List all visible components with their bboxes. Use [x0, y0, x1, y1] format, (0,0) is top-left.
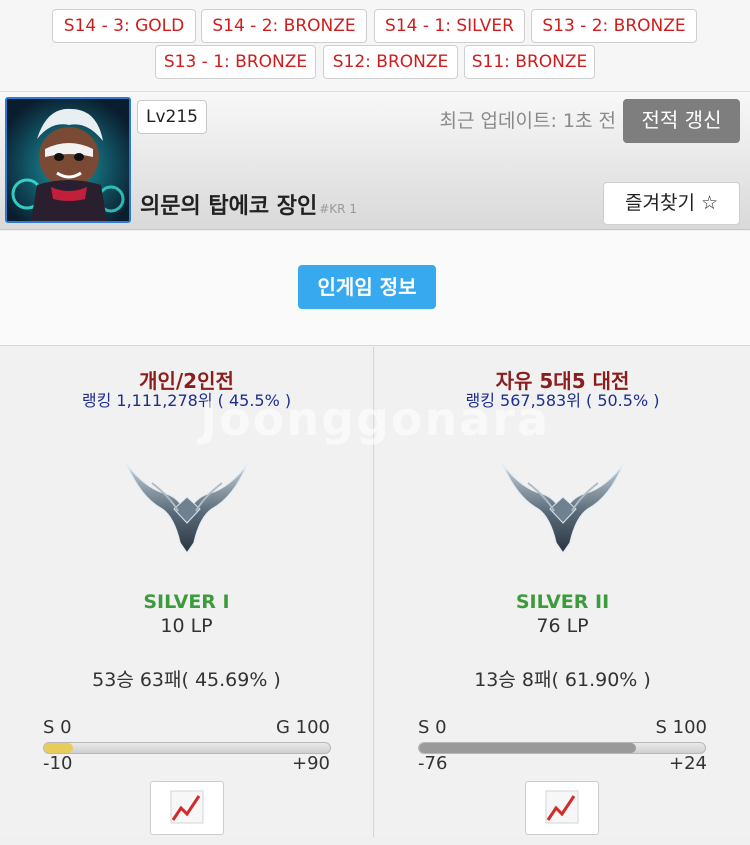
ingame-info-button[interactable]: 인게임 정보 [298, 265, 436, 309]
ingame-section: 인게임 정보 [0, 231, 750, 346]
season-badge[interactable]: S14 - 3: GOLD [52, 9, 196, 43]
lp-progress-bar [418, 742, 706, 754]
league-points: 10 LP [160, 615, 213, 637]
season-history-bar: S14 - 3: GOLD S14 - 2: BRONZE S14 - 1: S… [0, 0, 750, 92]
watermark: Joonggonara [200, 392, 551, 446]
season-badge[interactable]: S12: BRONZE [323, 45, 458, 79]
last-update-text: 최근 업데이트: 1초 전 [439, 110, 616, 132]
silver-rank-emblem-icon [124, 462, 249, 555]
summoner-name-line: 의문의 탑에코 장인 #KR 1 [140, 188, 357, 220]
tier-label: SILVER II [515, 591, 610, 613]
season-badge[interactable]: S14 - 1: SILVER [374, 9, 525, 43]
profile-header: Lv215 최근 업데이트: 1초 전 전적 갱신 의문의 탑에코 장인 #KR … [0, 92, 750, 230]
bar-max-label: +90 [292, 753, 330, 774]
season-badge[interactable]: S13 - 1: BRONZE [155, 45, 316, 79]
bar-min-label: -10 [43, 753, 73, 774]
league-points: 76 LP [536, 615, 589, 637]
bar-end-label: G 100 [275, 717, 330, 738]
bar-start-label: S 0 [43, 717, 72, 738]
refresh-record-button[interactable]: 전적 갱신 [623, 99, 740, 143]
bar-end-label: S 100 [655, 717, 707, 738]
lp-progress-fill [44, 743, 73, 753]
lp-graph-button[interactable] [150, 781, 224, 835]
summoner-level: Lv215 [137, 100, 207, 134]
bar-start-label: S 0 [418, 717, 447, 738]
silver-rank-emblem-icon [500, 462, 625, 555]
win-loss-record: 53승 63패( 45.69% ) [92, 669, 281, 691]
line-chart-icon [170, 790, 204, 824]
lp-graph-button[interactable] [525, 781, 599, 835]
bar-min-label: -76 [418, 753, 448, 774]
win-loss-record: 13승 8패( 61.90% ) [474, 669, 651, 691]
lp-progress-fill [419, 743, 637, 753]
summoner-name: 의문의 탑에코 장인 [140, 194, 318, 219]
summoner-tag: #KR 1 [319, 202, 357, 216]
bar-max-label: +24 [669, 753, 707, 774]
lp-progress-bar [43, 742, 331, 754]
season-badge[interactable]: S13 - 2: BRONZE [531, 9, 697, 43]
line-chart-icon [545, 790, 579, 824]
tier-label: SILVER I [143, 591, 230, 613]
season-badge[interactable]: S14 - 2: BRONZE [201, 9, 367, 43]
champion-avatar [5, 97, 131, 223]
favorite-button[interactable]: 즐겨찾기 ☆ [603, 182, 740, 225]
season-badge[interactable]: S11: BRONZE [464, 45, 595, 79]
